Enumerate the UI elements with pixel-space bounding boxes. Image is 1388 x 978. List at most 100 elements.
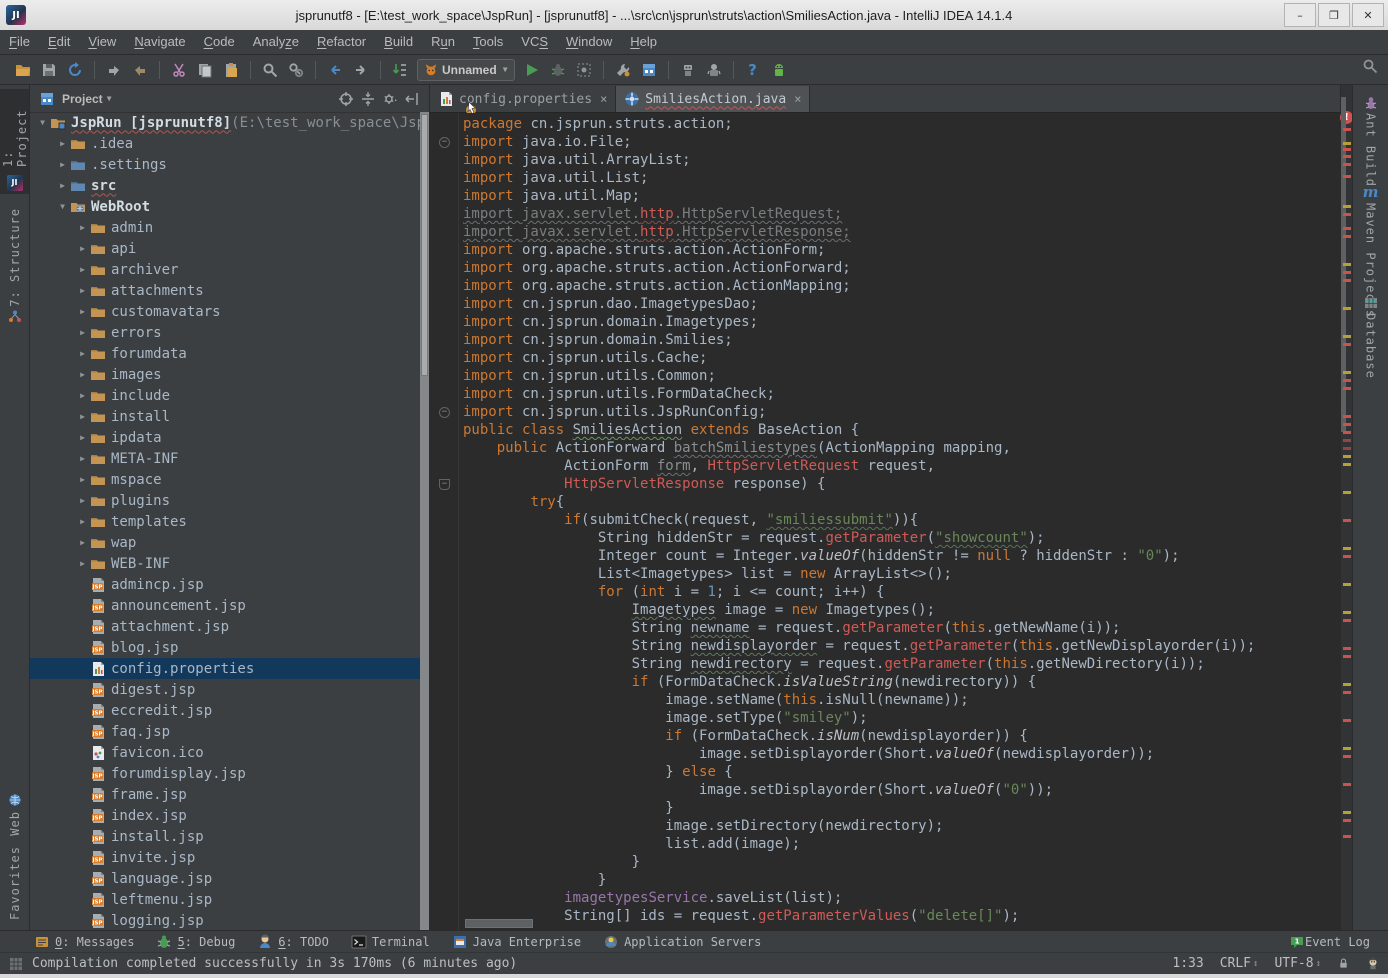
- tree-collapsed-arrow-icon[interactable]: ▶: [76, 391, 89, 400]
- stripe-mark[interactable]: [1343, 271, 1351, 274]
- tree-collapsed-arrow-icon[interactable]: ▶: [76, 412, 89, 421]
- stripe-mark[interactable]: [1343, 227, 1351, 230]
- numbers-button[interactable]: [388, 58, 412, 82]
- fold-collapse-icon[interactable]: −: [439, 137, 450, 148]
- tree-item-invite.jsp[interactable]: JSPinvite.jsp: [30, 847, 420, 868]
- tree-collapsed-arrow-icon[interactable]: ▶: [76, 517, 89, 526]
- tree-item-.settings[interactable]: ▶.settings: [30, 154, 420, 175]
- copy-button[interactable]: [193, 58, 217, 82]
- inspector-hector-icon[interactable]: [1366, 957, 1380, 971]
- tree-item-install[interactable]: ▶install: [30, 406, 420, 427]
- stripe-mark[interactable]: [1343, 155, 1351, 158]
- undo-button[interactable]: [102, 58, 126, 82]
- tool-window-button-0-messages[interactable]: 0: Messages: [34, 934, 134, 950]
- stripe-mark[interactable]: [1343, 379, 1351, 382]
- stripe-mark[interactable]: [1343, 439, 1351, 442]
- tree-item-digest.jsp[interactable]: JSPdigest.jsp: [30, 679, 420, 700]
- locate-icon[interactable]: [335, 88, 357, 110]
- close-tab-icon[interactable]: ×: [794, 92, 801, 106]
- help-button[interactable]: ?: [741, 58, 765, 82]
- settings-button[interactable]: [611, 58, 635, 82]
- stripe-mark[interactable]: [1343, 555, 1351, 558]
- code-editor[interactable]: −−− package cn.jsprun.struts.action;impo…: [430, 113, 1340, 930]
- stripe-mark[interactable]: [1343, 647, 1351, 650]
- menu-file[interactable]: File: [0, 30, 39, 54]
- tree-item-admin[interactable]: ▶admin: [30, 217, 420, 238]
- stripe-mark[interactable]: [1343, 835, 1351, 838]
- stripe-mark[interactable]: [1343, 163, 1351, 166]
- sync-button[interactable]: [63, 58, 87, 82]
- menu-code[interactable]: Code: [195, 30, 244, 54]
- collapse-all-icon[interactable]: [357, 88, 379, 110]
- error-stripe[interactable]: !: [1340, 85, 1352, 930]
- tree-item-attachment.jsp[interactable]: JSPattachment.jsp: [30, 616, 420, 637]
- menu-view[interactable]: View: [79, 30, 125, 54]
- tree-item-forumdisplay.jsp[interactable]: JSPforumdisplay.jsp: [30, 763, 420, 784]
- tree-collapsed-arrow-icon[interactable]: ▶: [56, 160, 69, 169]
- menu-analyze[interactable]: Analyze: [244, 30, 308, 54]
- encoding-selector[interactable]: UTF-8 ↕: [1274, 956, 1321, 971]
- stripe-mark[interactable]: [1343, 611, 1351, 614]
- stripe-mark[interactable]: [1343, 175, 1351, 178]
- menu-navigate[interactable]: Navigate: [125, 30, 194, 54]
- tree-item-mspace[interactable]: ▶mspace: [30, 469, 420, 490]
- stripe-mark[interactable]: [1343, 213, 1351, 216]
- tree-item-blog.jsp[interactable]: JSPblog.jsp: [30, 637, 420, 658]
- stripe-mark[interactable]: [1343, 755, 1351, 758]
- stripe-mark[interactable]: [1343, 235, 1351, 238]
- tool-window-button-6-todo[interactable]: 6: TODO: [257, 934, 329, 950]
- find-button[interactable]: [258, 58, 282, 82]
- tree-item-logging.jsp[interactable]: JSPlogging.jsp: [30, 910, 420, 930]
- tree-collapsed-arrow-icon[interactable]: ▶: [76, 559, 89, 568]
- tree-item-forumdata[interactable]: ▶forumdata: [30, 343, 420, 364]
- coverage-button[interactable]: [572, 58, 596, 82]
- fold-handle-icon[interactable]: −: [439, 479, 450, 490]
- stripe-mark[interactable]: [1343, 719, 1351, 722]
- menu-edit[interactable]: Edit: [39, 30, 79, 54]
- search-everywhere-button[interactable]: [1362, 58, 1378, 74]
- robot1-button[interactable]: [676, 58, 700, 82]
- tree-item-webroot[interactable]: ▼WebRoot: [30, 196, 420, 217]
- stripe-mark[interactable]: [1343, 148, 1351, 151]
- tree-collapsed-arrow-icon[interactable]: ▶: [56, 181, 69, 190]
- tree-collapsed-arrow-icon[interactable]: ▶: [76, 349, 89, 358]
- minimize-button[interactable]: –: [1284, 3, 1316, 27]
- stripe-mark[interactable]: [1343, 279, 1351, 282]
- stripe-mark[interactable]: [1343, 371, 1351, 374]
- tree-item-config.properties[interactable]: config.properties: [30, 658, 420, 679]
- caret-position[interactable]: 1:33: [1172, 956, 1203, 971]
- robot2-button[interactable]: [702, 58, 726, 82]
- close-tab-icon[interactable]: ×: [600, 92, 607, 106]
- tool-button-ant-build[interactable]: Ant Build: [1353, 93, 1388, 187]
- tree-collapsed-arrow-icon[interactable]: ▶: [76, 244, 89, 253]
- chevron-down-icon[interactable]: ▼: [107, 94, 112, 103]
- tree-item-favicon.ico[interactable]: favicon.ico: [30, 742, 420, 763]
- tree-collapsed-arrow-icon[interactable]: ▶: [76, 433, 89, 442]
- tree-item-eccredit.jsp[interactable]: JSPeccredit.jsp: [30, 700, 420, 721]
- debug-button[interactable]: [546, 58, 570, 82]
- stripe-mark[interactable]: [1343, 263, 1351, 266]
- editor-tab-config.properties[interactable]: config.properties×: [430, 86, 616, 112]
- tree-item-language.jsp[interactable]: JSPlanguage.jsp: [30, 868, 420, 889]
- paste-button[interactable]: [219, 58, 243, 82]
- replace-button[interactable]: [284, 58, 308, 82]
- tree-collapsed-arrow-icon[interactable]: ▶: [76, 223, 89, 232]
- forward-button[interactable]: [349, 58, 373, 82]
- tree-item-ipdata[interactable]: ▶ipdata: [30, 427, 420, 448]
- stripe-mark[interactable]: [1343, 447, 1351, 450]
- menu-help[interactable]: Help: [621, 30, 666, 54]
- tree-item-admincp.jsp[interactable]: JSPadmincp.jsp: [30, 574, 420, 595]
- gear-icon[interactable]: [379, 88, 401, 110]
- android-button[interactable]: [767, 58, 791, 82]
- fold-collapse-icon[interactable]: −: [439, 407, 450, 418]
- stripe-mark[interactable]: [1343, 819, 1351, 822]
- stripe-mark[interactable]: [1343, 691, 1351, 694]
- tree-item-api[interactable]: ▶api: [30, 238, 420, 259]
- tree-item-images[interactable]: ▶images: [30, 364, 420, 385]
- tree-item-customavatars[interactable]: ▶customavatars: [30, 301, 420, 322]
- tool-window-button-java-enterprise[interactable]: Java Enterprise: [452, 934, 581, 950]
- tree-item-attachments[interactable]: ▶attachments: [30, 280, 420, 301]
- tree-item-index.jsp[interactable]: JSPindex.jsp: [30, 805, 420, 826]
- stripe-mark[interactable]: [1343, 491, 1351, 494]
- tree-item-jsprun-jsprunutf8-[interactable]: ▼JspRun [jsprunutf8] (E:\test_work_space…: [30, 112, 420, 133]
